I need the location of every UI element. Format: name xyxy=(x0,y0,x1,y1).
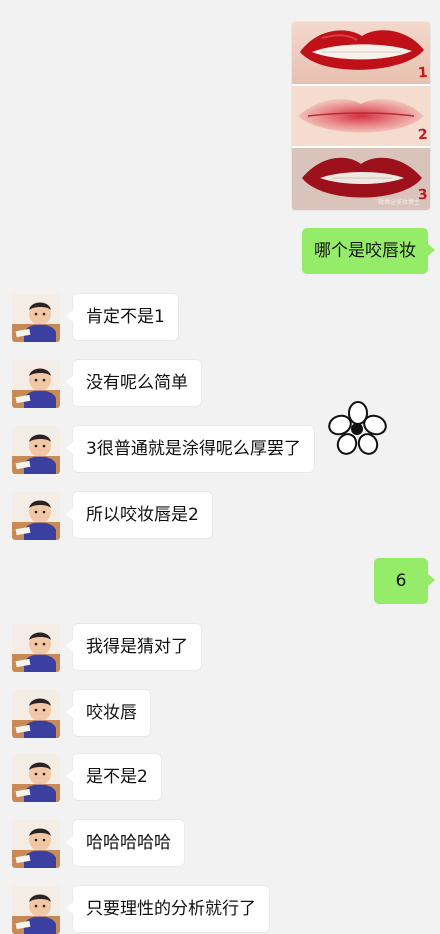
chat-window: 1 2 3 微博@美妆博主 哪个是咬唇妆 肯定不是1 没有呢么简单 3很普通就是… xyxy=(0,0,440,934)
incoming-bubble[interactable]: 只要理性的分析就行了 xyxy=(66,886,269,932)
avatar[interactable] xyxy=(12,820,60,868)
incoming-bubble[interactable]: 我得是猜对了 xyxy=(66,624,201,670)
avatar[interactable] xyxy=(12,624,60,672)
avatar[interactable] xyxy=(12,492,60,540)
lip-comparison-image[interactable]: 1 2 3 微博@美妆博主 xyxy=(292,22,430,210)
avatar[interactable] xyxy=(12,426,60,474)
incoming-bubble[interactable]: 肯定不是1 xyxy=(66,294,178,340)
incoming-bubble[interactable]: 没有呢么简单 xyxy=(66,360,201,406)
outgoing-message[interactable]: 哪个是咬唇妆 xyxy=(302,228,435,274)
avatar[interactable] xyxy=(12,886,60,934)
avatar[interactable] xyxy=(12,360,60,408)
incoming-bubble[interactable]: 是不是2 xyxy=(66,754,161,800)
image-number-2: 2 xyxy=(417,126,429,144)
incoming-bubble[interactable]: 3很普通就是涂得呢么厚罢了 xyxy=(66,426,314,472)
image-number-1: 1 xyxy=(417,64,429,82)
lip-photo-2 xyxy=(292,86,430,146)
avatar[interactable] xyxy=(12,294,60,342)
flower-icon xyxy=(328,400,388,460)
avatar[interactable] xyxy=(12,754,60,802)
outgoing-message[interactable]: 6 xyxy=(374,558,435,604)
avatar[interactable] xyxy=(12,690,60,738)
incoming-bubble[interactable]: 所以咬妆唇是2 xyxy=(66,492,212,538)
incoming-bubble[interactable]: 咬妆唇 xyxy=(66,690,150,736)
lip-photo-1 xyxy=(292,22,430,84)
image-watermark: 微博@美妆博主 xyxy=(377,199,420,206)
incoming-bubble[interactable]: 哈哈哈哈哈 xyxy=(66,820,184,866)
